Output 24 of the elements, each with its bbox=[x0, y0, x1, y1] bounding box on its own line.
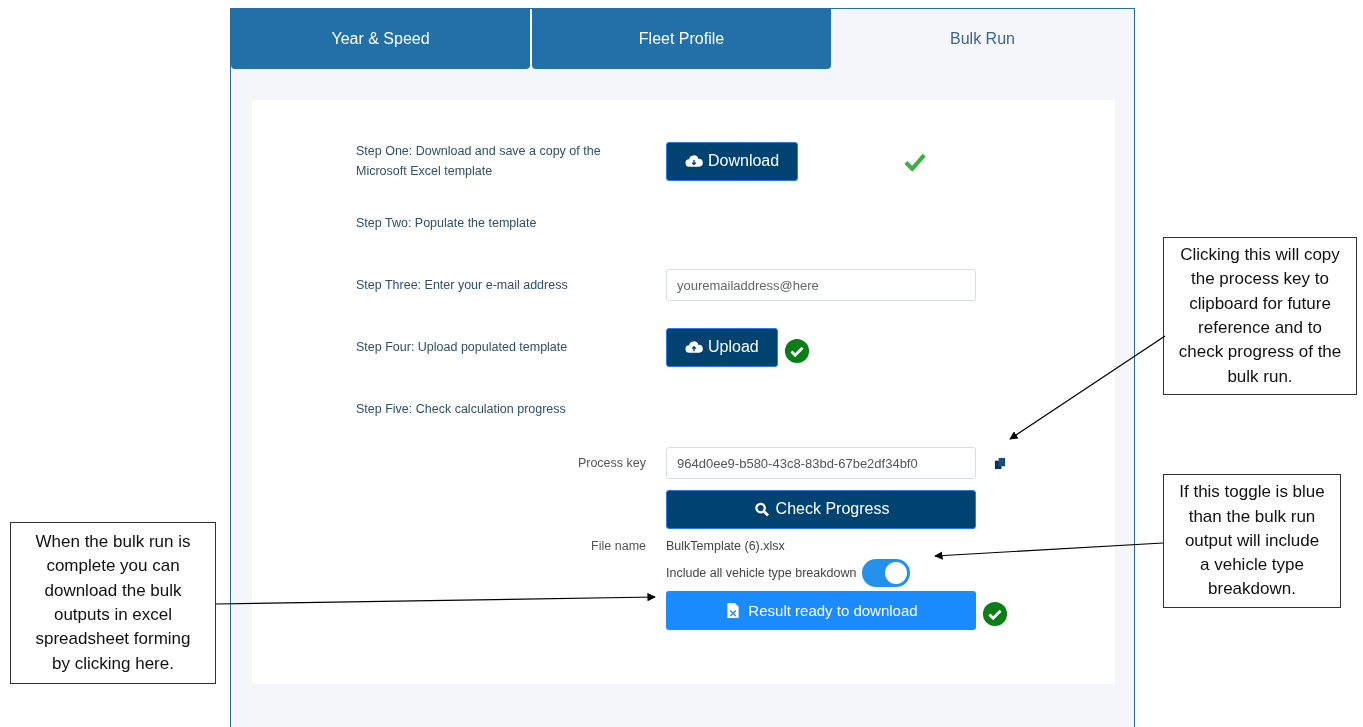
callout-note: When the bulk run is complete you can download the bulk outputs in excel spreadsheet forming by clicking here. bbox=[10, 522, 216, 684]
step-label: Step Three: Enter your e-mail address bbox=[356, 277, 569, 294]
step-label: Step Five: Check calculation progress bbox=[356, 401, 567, 418]
copy-icon[interactable] bbox=[994, 456, 1007, 470]
cloud-download-icon bbox=[685, 153, 703, 169]
process-key-label: Process key bbox=[576, 455, 646, 472]
download-button[interactable]: Download bbox=[666, 141, 799, 181]
check-progress-button[interactable]: Check Progress bbox=[666, 489, 976, 529]
search-icon bbox=[752, 501, 771, 517]
step-label: Step Four: Upload populated template bbox=[356, 339, 569, 356]
callout-note: Clicking this will copy the process key to clipboard for future reference and to check progress of the bulk run. bbox=[1163, 237, 1357, 395]
process-key-field[interactable]: 964d0ee9-b580-43c8-83bd-67be2df34bf0 bbox=[666, 447, 976, 479]
tab[interactable]: Fleet Profile bbox=[532, 9, 831, 69]
step-label: Step One: Download and save a copy of the Microsoft Excel template bbox=[356, 143, 602, 180]
step-label: Step Two: Populate the template bbox=[356, 215, 538, 232]
toggle-label: Include all vehicle type breakdown bbox=[666, 566, 857, 580]
file-name-label: File name bbox=[590, 537, 646, 555]
toggle-switch[interactable] bbox=[862, 559, 911, 587]
file-name: BulkTemplate (6).xlsx bbox=[666, 538, 785, 553]
email-field[interactable]: youremailaddress@here bbox=[666, 269, 976, 301]
tab[interactable]: Year & Speed bbox=[231, 9, 530, 69]
upload-button[interactable]: Upload bbox=[666, 327, 778, 367]
callout-note: If this toggle is blue than the bulk run output will include a vehicle type breakdown. bbox=[1163, 474, 1341, 608]
cloud-upload-icon bbox=[685, 339, 703, 355]
